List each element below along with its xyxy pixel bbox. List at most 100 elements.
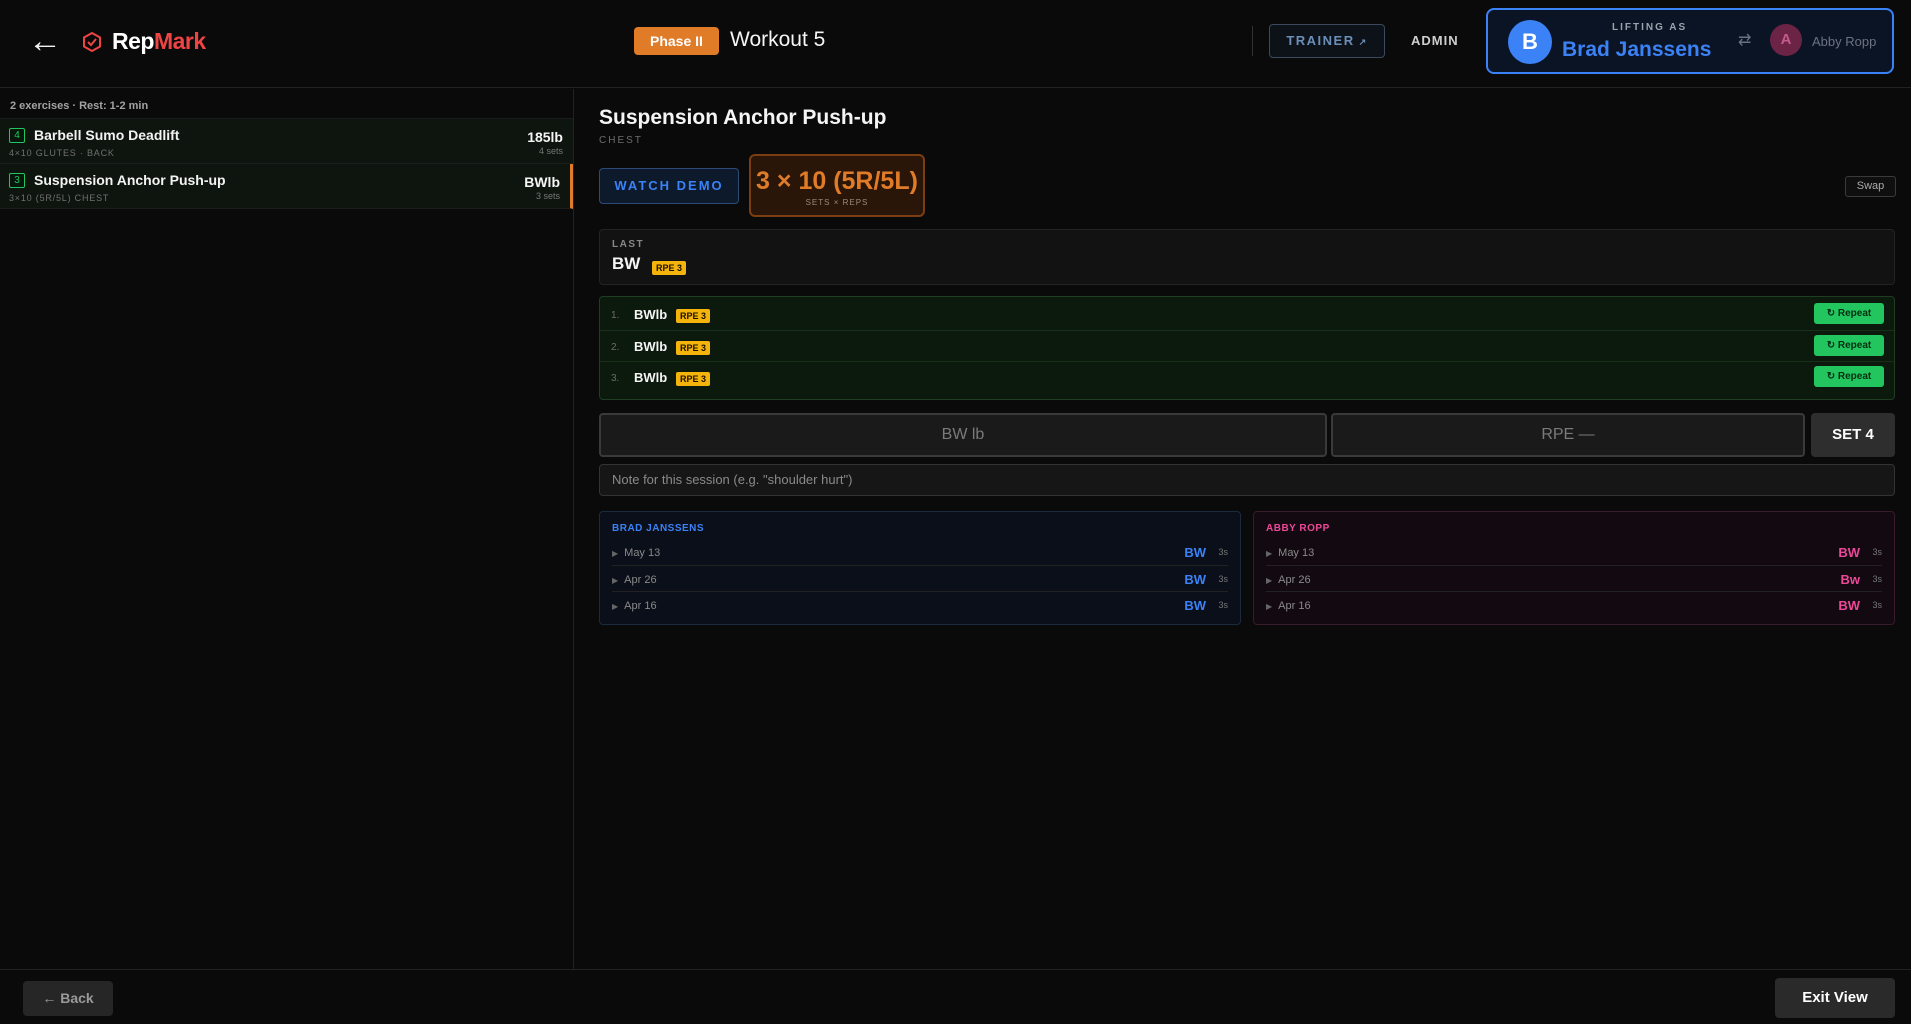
history-row[interactable]: ▶ Apr 16 BW 3s <box>612 591 1228 617</box>
history-weight: BW <box>1184 572 1206 587</box>
rpe-badge: RPE 3 <box>676 372 711 386</box>
logged-sets: 1. BWlb RPE 3 ↻ Repeat 2. BWlb RPE 3 ↻ R… <box>599 296 1895 400</box>
exercise-detail: Suspension Anchor Push-up CHEST WATCH DE… <box>575 89 1911 969</box>
log-set-button[interactable]: SET 4 <box>1811 413 1895 457</box>
last-session-card: LAST BW RPE 3 <box>599 229 1895 285</box>
alt-user-name[interactable]: Abby Ropp <box>1812 34 1876 49</box>
alt-user-avatar[interactable]: A <box>1770 24 1802 56</box>
history-weight: BW <box>1838 545 1860 560</box>
external-link-icon: ↗ <box>1358 37 1368 47</box>
history-date: ▶ Apr 26 <box>612 574 657 586</box>
history-sets: 3s <box>1872 547 1882 557</box>
repeat-set-button[interactable]: ↻ Repeat <box>1814 366 1884 387</box>
phase-badge: Phase II <box>634 27 719 55</box>
watch-demo-button[interactable]: WATCH DEMO <box>599 168 739 204</box>
top-bar: ← RepMark Phase II Workout 5 TRAINER ↗ AD… <box>0 0 1911 88</box>
history-weight: Bw <box>1840 572 1861 587</box>
exercise-weight: BWlb <box>524 174 560 190</box>
repeat-set-button[interactable]: ↻ Repeat <box>1814 335 1884 356</box>
expand-triangle-icon: ▶ <box>1266 602 1273 611</box>
exercise-count-badge: 4 <box>9 128 25 143</box>
exercise-meta: 4×10 GLUTES · BACK <box>9 148 115 158</box>
exit-view-button[interactable]: Exit View <box>1775 978 1895 1018</box>
history-sets: 3s <box>1872 574 1882 584</box>
exercise-list-item[interactable]: 4 Barbell Sumo Deadlift 4×10 GLUTES · BA… <box>0 119 573 164</box>
set-row: 2. BWlb RPE 3 ↻ Repeat <box>600 330 1894 361</box>
history-weight: BW <box>1838 598 1860 613</box>
back-button[interactable]: ← Back <box>23 981 113 1016</box>
app-logo[interactable]: RepMark <box>82 28 206 55</box>
exercise-title: Suspension Anchor Push-up <box>599 106 887 129</box>
history-sets: 3s <box>1872 600 1882 610</box>
exercise-weight: 185lb <box>527 129 563 145</box>
session-note-input[interactable]: Note for this session (e.g. "shoulder hu… <box>599 464 1895 496</box>
current-user-avatar: B <box>1508 20 1552 64</box>
rpe-badge: RPE 3 <box>676 309 711 323</box>
exercise-category: CHEST <box>599 135 643 146</box>
history-weight: BW <box>1184 598 1206 613</box>
lifting-as-label: LIFTING AS <box>1612 22 1688 33</box>
exercise-count-badge: 3 <box>9 173 25 188</box>
history-card-abby: ABBY ROPP ▶ May 13 BW 3s ▶ Apr 26 Bw 3s ▶ A… <box>1253 511 1895 625</box>
set-weight: BWlb <box>634 307 668 322</box>
exercise-sidebar: 2 exercises · Rest: 1-2 min 4 Barbell Su… <box>0 89 574 969</box>
scheme-value: 3 × 10 (5R/5L) <box>756 167 918 195</box>
expand-triangle-icon: ▶ <box>1266 549 1273 558</box>
sets-reps-scheme: 3 × 10 (5R/5L) SETS × REPS <box>749 154 925 217</box>
lifting-as-card: B LIFTING AS Brad Janssens ⇄ A Abby Ropp <box>1486 8 1894 74</box>
set-index: 2. <box>611 342 620 353</box>
history-sets: 3s <box>1218 547 1228 557</box>
history-row[interactable]: ▶ Apr 16 BW 3s <box>1266 591 1882 617</box>
swap-user-icon[interactable]: ⇄ <box>1738 30 1751 50</box>
rpe-badge: RPE 3 <box>676 341 711 355</box>
set-weight: BWlb <box>634 339 668 354</box>
repeat-set-button[interactable]: ↻ Repeat <box>1814 303 1884 324</box>
scheme-label: SETS × REPS <box>805 198 869 207</box>
exercise-sets: 3 sets <box>535 191 560 201</box>
swap-exercise-button[interactable]: Swap <box>1845 176 1896 197</box>
set-weight: BWlb <box>634 370 668 385</box>
history-date: ▶ Apr 16 <box>1266 600 1311 612</box>
logo-hexagon-icon <box>83 31 101 52</box>
rpe-input[interactable]: RPE — <box>1331 413 1805 457</box>
admin-link[interactable]: ADMIN <box>1411 33 1459 48</box>
last-weight: BW <box>612 254 641 273</box>
history-weight: BW <box>1184 545 1206 560</box>
bottom-bar: ← Back Exit View <box>0 969 1911 1024</box>
history-card-brad: BRAD JANSSENS ▶ May 13 BW 3s ▶ Apr 26 BW 3… <box>599 511 1241 625</box>
exercise-name: Suspension Anchor Push-up <box>34 172 226 188</box>
sidebar-summary: 2 exercises · Rest: 1-2 min <box>0 89 573 119</box>
set-index: 3. <box>611 373 620 384</box>
history-date: ▶ Apr 16 <box>612 600 657 612</box>
set-row: 1. BWlb RPE 3 ↻ Repeat <box>600 299 1894 330</box>
current-user-name: Brad Janssens <box>1562 38 1712 61</box>
history-sets: 3s <box>1218 574 1228 584</box>
brand-name: RepMark <box>112 28 206 54</box>
history-title: ABBY ROPP <box>1266 523 1330 534</box>
exercise-list-item-active[interactable]: 3 Suspension Anchor Push-up 3×10 (5R/5L)… <box>0 164 573 209</box>
history-date: ▶ May 13 <box>1266 547 1315 559</box>
set-index: 1. <box>611 310 620 321</box>
set-row: 3. BWlb RPE 3 ↻ Repeat <box>600 361 1894 392</box>
history-row[interactable]: ▶ May 13 BW 3s <box>612 539 1228 565</box>
exercise-meta: 3×10 (5R/5L) CHEST <box>9 193 110 203</box>
history-row[interactable]: ▶ May 13 BW 3s <box>1266 539 1882 565</box>
history-row[interactable]: ▶ Apr 26 Bw 3s <box>1266 565 1882 591</box>
header-divider <box>1252 26 1253 56</box>
last-label: LAST <box>612 239 645 250</box>
weight-input[interactable]: BW lb <box>599 413 1327 457</box>
expand-triangle-icon: ▶ <box>1266 576 1273 585</box>
history-date: ▶ Apr 26 <box>1266 574 1311 586</box>
history-row[interactable]: ▶ Apr 26 BW 3s <box>612 565 1228 591</box>
workout-title: Workout 5 <box>730 28 826 51</box>
exercise-sets: 4 sets <box>538 146 563 156</box>
rpe-badge: RPE 3 <box>652 261 687 275</box>
expand-triangle-icon: ▶ <box>612 549 619 558</box>
back-arrow-icon[interactable]: ← <box>28 24 62 58</box>
expand-triangle-icon: ▶ <box>612 576 619 585</box>
expand-triangle-icon: ▶ <box>612 602 619 611</box>
trainer-button[interactable]: TRAINER ↗ <box>1269 24 1385 58</box>
exercise-name: Barbell Sumo Deadlift <box>34 127 180 143</box>
history-sets: 3s <box>1218 600 1228 610</box>
history-title: BRAD JANSSENS <box>612 523 705 534</box>
